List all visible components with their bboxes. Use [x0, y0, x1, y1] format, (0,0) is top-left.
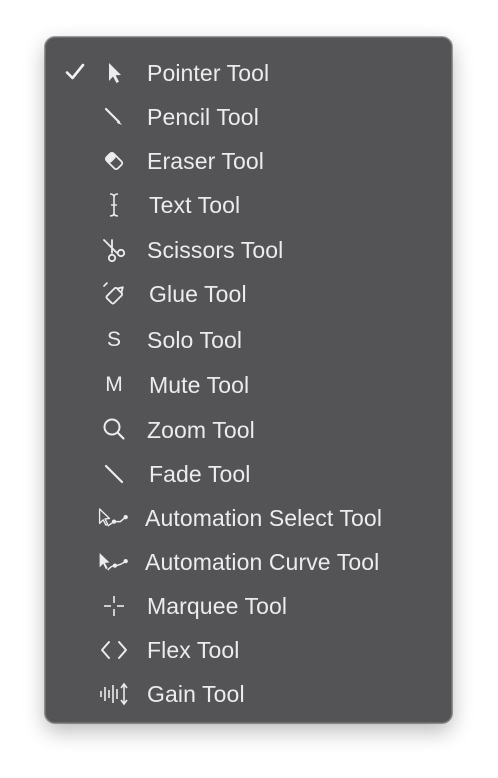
menu-item-label: Solo Tool [147, 327, 243, 353]
menu-item-mute-tool[interactable]: M Mute Tool [46, 363, 451, 407]
menu-item-label: Gain Tool [147, 681, 245, 707]
menu-item-glue-tool[interactable]: Glue Tool [46, 272, 451, 316]
menu-item-label: Mute Tool [149, 372, 250, 398]
menu-item-label: Pencil Tool [147, 104, 259, 130]
menu-item-marquee-tool[interactable]: Marquee Tool [46, 584, 451, 628]
menu-item-automation-curve-tool[interactable]: Automation Curve Tool [46, 540, 451, 584]
eraser-icon [96, 148, 132, 174]
menu-item-automation-select-tool[interactable]: Automation Select Tool [46, 496, 451, 540]
menu-item-label: Scissors Tool [147, 237, 284, 263]
menu-item-scissors-tool[interactable]: Scissors Tool [46, 228, 451, 272]
menu-item-gain-tool[interactable]: Gain Tool [46, 672, 451, 716]
zoom-icon [96, 417, 132, 443]
glue-icon [96, 281, 132, 307]
menu-item-label: Glue Tool [149, 281, 247, 307]
menu-item-label: Text Tool [149, 192, 241, 218]
menu-item-label: Automation Select Tool [145, 505, 383, 531]
checkmark-icon [65, 63, 85, 80]
automation-curve-icon [96, 549, 132, 575]
flex-icon [96, 637, 132, 663]
automation-select-icon [96, 505, 132, 531]
gain-icon [96, 681, 132, 707]
marquee-icon [96, 593, 132, 619]
menu-item-label: Fade Tool [149, 461, 251, 487]
menu-item-fade-tool[interactable]: Fade Tool [46, 452, 451, 496]
menu-item-pointer-tool[interactable]: Pointer Tool [46, 51, 451, 95]
menu-item-label: Eraser Tool [147, 148, 265, 174]
menu-item-label: Pointer Tool [147, 60, 270, 86]
fade-icon [96, 461, 132, 487]
menu-item-label: Flex Tool [147, 637, 240, 663]
pencil-icon [96, 104, 132, 130]
menu-item-zoom-tool[interactable]: Zoom Tool [46, 408, 451, 452]
menu-item-text-tool[interactable]: Text Tool [46, 183, 451, 227]
menu-item-label: Marquee Tool [147, 593, 288, 619]
menu-item-eraser-tool[interactable]: Eraser Tool [46, 139, 451, 183]
menu-item-solo-tool[interactable]: S Solo Tool [46, 318, 451, 362]
menu-item-label: Zoom Tool [147, 417, 255, 443]
solo-icon: S [106, 328, 121, 351]
mute-icon: M [105, 373, 123, 396]
tool-menu: Pointer Tool Pencil Tool Eraser Tool Tex… [45, 37, 452, 723]
pointer-icon [96, 60, 132, 86]
text-cursor-icon [96, 192, 132, 218]
menu-item-label: Automation Curve Tool [145, 549, 380, 575]
scissors-icon [96, 237, 132, 263]
menu-item-flex-tool[interactable]: Flex Tool [46, 628, 451, 672]
menu-item-pencil-tool[interactable]: Pencil Tool [46, 95, 451, 139]
